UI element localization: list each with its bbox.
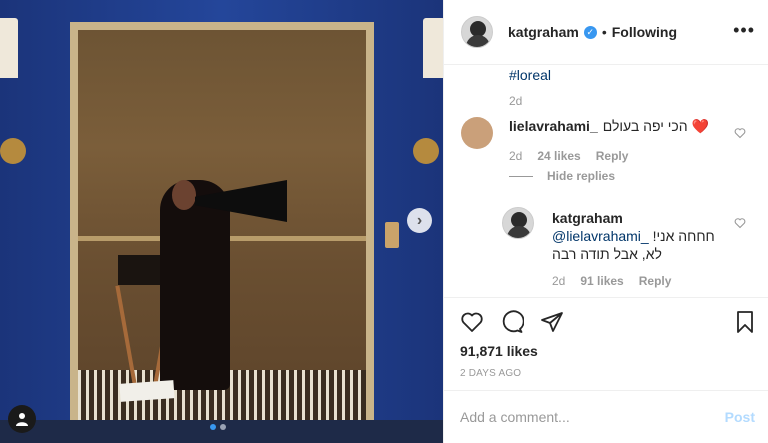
reply-avatar-row (502, 207, 534, 239)
papers (119, 380, 175, 402)
post-sidebar: katgraham ✓ • Following ••• #loreal 2d l… (443, 0, 768, 443)
caption-time[interactable]: 2d (509, 94, 522, 108)
reply-button[interactable]: Reply (639, 274, 672, 288)
avatar[interactable] (461, 16, 493, 48)
comment-text: הכי יפה בעולם ❤️ (602, 118, 709, 134)
header-username[interactable]: katgraham (508, 24, 579, 40)
reply-meta: 2d 91 likes Reply (552, 274, 671, 288)
carousel-dot (220, 424, 226, 430)
reply-body: katgraham @lielavrahami_ חחחה אני! לא, א… (552, 209, 732, 263)
brass-knob (0, 138, 26, 164)
avatar[interactable] (461, 117, 493, 149)
reply-line-1: @lielavrahami_ חחחה אני! (552, 227, 732, 245)
comment-input[interactable] (460, 409, 725, 425)
verified-badge-icon: ✓ (583, 25, 597, 39)
wall-sconce (0, 18, 18, 78)
carousel-dot-active (210, 424, 216, 430)
person-figure (160, 180, 230, 390)
elevator-button-panel (385, 222, 399, 248)
post-media[interactable]: › (0, 0, 443, 443)
brass-knob (413, 138, 439, 164)
comments-list[interactable]: #loreal 2d lielavrahami_ הכי יפה בעולם ❤… (444, 65, 768, 297)
comment-username[interactable]: lielavrahami_ (509, 118, 598, 135)
post-header: katgraham ✓ • Following ••• (444, 0, 768, 65)
separator-bullet: • (601, 24, 607, 40)
likes-count[interactable]: 91,871 likes (460, 343, 538, 359)
avatar[interactable] (502, 207, 534, 239)
post-timestamp[interactable]: 2 DAYS AGO (460, 368, 521, 379)
post-actions: 91,871 likes 2 DAYS AGO (444, 297, 768, 379)
divider (509, 175, 533, 177)
person-head (172, 180, 196, 210)
post-comment-button[interactable]: Post (725, 409, 755, 425)
carousel-indicator (210, 424, 226, 430)
comment-likes[interactable]: 24 likes (537, 149, 580, 163)
bookmark-icon[interactable] (733, 310, 757, 334)
share-icon[interactable] (540, 310, 564, 334)
comment-time[interactable]: 2d (509, 149, 522, 163)
reply-username[interactable]: katgraham (552, 209, 732, 227)
reply-text-2: לא, אבל תודה רבה (552, 246, 662, 262)
more-options-icon[interactable]: ••• (733, 20, 755, 41)
reply-likes[interactable]: 91 likes (580, 274, 623, 288)
heart-icon[interactable] (460, 310, 484, 334)
reply-mention[interactable]: @lielavrahami_ (552, 228, 649, 244)
reply-button[interactable]: Reply (596, 149, 629, 163)
action-icons (460, 310, 564, 334)
tagged-user-icon[interactable] (8, 405, 36, 433)
chevron-right-icon: › (416, 211, 423, 229)
hide-replies-button[interactable]: Hide replies (509, 169, 615, 183)
add-comment-bar: Post (444, 390, 768, 443)
hide-replies-label: Hide replies (547, 169, 616, 183)
following-button[interactable]: Following (612, 24, 677, 40)
reply-text-1: חחחה אני! (652, 228, 715, 244)
reply-time[interactable]: 2d (552, 274, 565, 288)
comment-meta: 2d 24 likes Reply (509, 149, 628, 163)
heart-icon[interactable] (734, 127, 746, 139)
comment-row (461, 117, 493, 149)
wall-sconce (423, 18, 443, 78)
heart-icon[interactable] (734, 217, 746, 229)
comment-body: lielavrahami_ הכי יפה בעולם ❤️ (509, 118, 709, 135)
next-slide-button[interactable]: › (407, 208, 432, 233)
person-icon (16, 413, 28, 426)
comment-icon[interactable] (500, 310, 524, 334)
caption-hashtag[interactable]: #loreal (509, 67, 551, 83)
